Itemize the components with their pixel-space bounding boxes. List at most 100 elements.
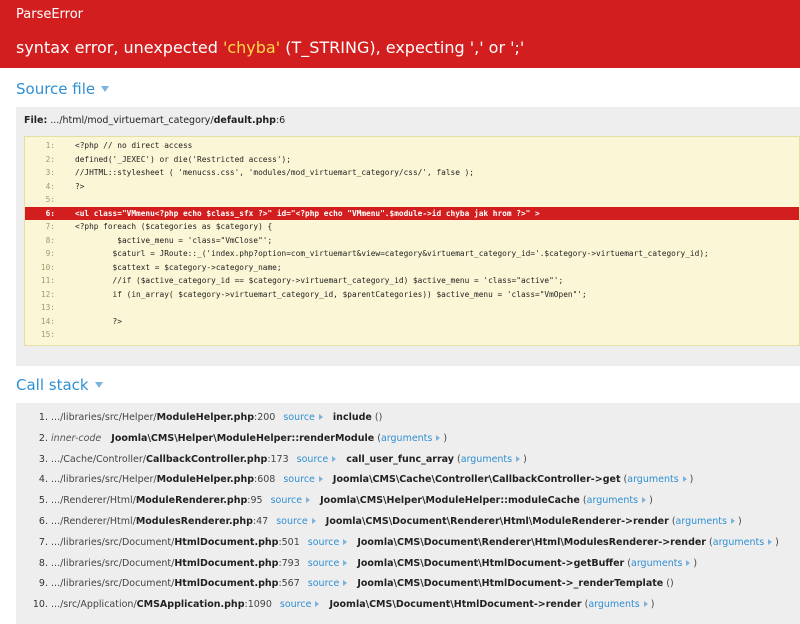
arguments-toggle-label: arguments (627, 474, 679, 486)
code-line: 11: //if ($active_category_id == $catego… (25, 274, 799, 288)
empty-args: () (374, 412, 383, 423)
stack-frame: 8. .../libraries/src/Document/HtmlDocume… (16, 554, 800, 575)
code-line: 3: //JHTML::stylesheet ( 'menucss.css', '… (25, 166, 799, 180)
frame-file: HtmlDocument.php (174, 536, 279, 548)
frame-file: HtmlDocument.php (174, 557, 279, 569)
code-line: 15: (25, 328, 799, 342)
frame-line: :1090 (244, 599, 272, 611)
source-toggle[interactable]: source (308, 578, 348, 589)
chevron-right-icon (332, 455, 337, 462)
source-file-toggle[interactable]: Source file (0, 80, 800, 102)
line-number: 11: (40, 276, 55, 285)
arguments-toggle[interactable]: arguments (588, 599, 648, 611)
source-toggle[interactable]: source (297, 454, 337, 465)
arguments-toggle[interactable]: arguments (712, 536, 773, 548)
source-toggle-label: source (307, 578, 340, 590)
paren-close: ) (647, 599, 655, 611)
call-stack-title: Call stack (16, 376, 89, 394)
frame-inner-code: inner-code (51, 432, 102, 444)
frame-index: 8. (38, 557, 48, 569)
paren-close: ) (772, 536, 779, 548)
paren-close: ) (520, 453, 527, 465)
line-number: 2: (45, 154, 55, 164)
stack-frame: 10. .../src/Application/CMSApplication.p… (16, 595, 800, 616)
frame-index: 7. (38, 536, 48, 548)
frame-line: :608 (254, 474, 276, 486)
arguments-toggle[interactable]: arguments (461, 454, 521, 465)
frame-path: .../libraries/src/Document/ (51, 578, 175, 590)
frame-path: .../libraries/src/Helper/ (51, 474, 157, 486)
chevron-right-icon (311, 517, 316, 524)
source-toggle[interactable]: source (283, 474, 323, 485)
line-number: 10: (40, 262, 55, 272)
code-text: <?php // no direct access (75, 141, 193, 150)
frame-path: .../src/Application/ (51, 599, 137, 611)
source-file-title: Source file (16, 80, 96, 98)
arguments-toggle[interactable]: arguments (627, 474, 687, 486)
frame-index: 5. (38, 495, 48, 507)
code-line: 10: $cattext = $category->category_name; (25, 261, 799, 275)
chevron-down-icon (101, 86, 110, 92)
chevron-right-icon (315, 601, 320, 608)
code-text: if (in_array( $category->virtuemart_cate… (75, 289, 587, 299)
call-stack-toggle[interactable]: Call stack (0, 376, 800, 398)
frame-function: call_user_func_array (346, 453, 454, 465)
line-number: 15: (40, 330, 55, 339)
line-number: 13: (40, 303, 55, 312)
code-text: //if ($active_category_id == $category->… (75, 276, 564, 285)
file-path: File: .../html/mod_virtuemart_category/d… (24, 115, 800, 127)
frame-path: .../libraries/src/Document/ (51, 557, 175, 569)
paren-close: ) (686, 474, 694, 486)
code-line: 12: if (in_array( $category->virtuemart_… (25, 288, 799, 302)
frame-function: include (332, 412, 372, 423)
line-number: 6: (45, 208, 55, 218)
frame-index: 6. (38, 515, 48, 527)
code-line: 1: <?php // no direct access (25, 139, 799, 153)
frame-line: :173 (267, 453, 289, 465)
chevron-right-icon (343, 580, 348, 587)
source-toggle[interactable]: source (308, 558, 348, 569)
call-stack-panel: 1. .../libraries/src/Helper/ModuleHelper… (16, 403, 800, 624)
source-toggle[interactable]: source (280, 599, 320, 610)
frame-line: :501 (278, 536, 300, 548)
code-line: 8: $active_menu = 'class="VmClose"'; (25, 234, 799, 248)
file-label: File: (24, 115, 48, 126)
frame-path: .../Renderer/Html/ (51, 515, 136, 527)
error-header: ParseError syntax error, unexpected 'chy… (0, 0, 800, 68)
frame-index: 4. (38, 474, 48, 486)
frame-path: .../libraries/src/Helper/ (51, 412, 157, 423)
paren-close: ) (646, 495, 653, 507)
source-toggle[interactable]: source (276, 516, 316, 527)
arguments-toggle[interactable]: arguments (381, 433, 441, 444)
frame-index: 2. (38, 432, 48, 444)
line-number: 4: (45, 181, 55, 191)
arguments-toggle-label: arguments (588, 599, 640, 611)
frame-file: CMSApplication.php (136, 599, 245, 611)
code-line: 9: $caturl = JRoute::_('index.php?option… (25, 247, 799, 261)
arguments-toggle[interactable]: arguments (631, 558, 691, 569)
stack-frame: 2. inner-code Joomla\CMS\Helper\ModuleHel… (16, 429, 800, 450)
file-dir: .../html/mod_virtuemart_category/ (47, 115, 214, 126)
code-text: ?> (75, 316, 122, 326)
source-toggle[interactable]: source (271, 495, 311, 506)
frame-file: ModuleRenderer.php (135, 495, 248, 507)
source-toggle-label: source (307, 536, 340, 548)
chevron-down-icon (94, 382, 103, 388)
frame-line: :567 (278, 578, 300, 590)
arguments-toggle-label: arguments (712, 536, 765, 548)
frame-file: ModuleHelper.php (156, 412, 255, 423)
paren-close: ) (440, 432, 448, 444)
source-toggle[interactable]: source (308, 537, 348, 548)
code-text: <?php foreach ($categories as $category)… (75, 222, 273, 231)
paren-close: ) (690, 557, 698, 569)
arguments-toggle[interactable]: arguments (676, 516, 735, 527)
frame-function: Joomla\CMS\Document\Renderer\Html\Module… (357, 536, 706, 548)
source-toggle[interactable]: source (283, 412, 323, 423)
empty-args: () (666, 578, 674, 590)
file-line-number: :6 (275, 115, 286, 126)
source-toggle-label: source (270, 495, 303, 507)
code-text: $cattext = $category->category_name; (75, 262, 282, 272)
file-name: default.php (213, 115, 276, 126)
frame-line: :47 (252, 515, 269, 527)
arguments-toggle[interactable]: arguments (587, 495, 647, 506)
